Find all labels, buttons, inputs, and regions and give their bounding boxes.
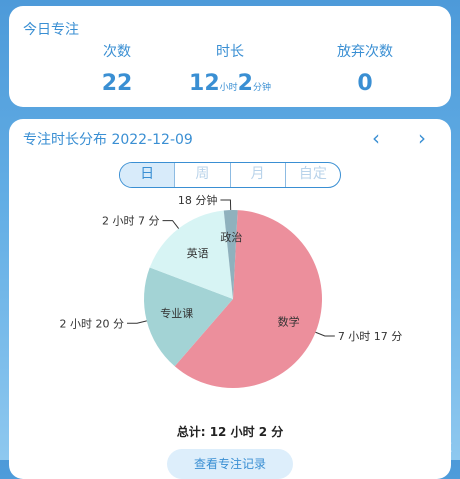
duration-minutes-unit: 分钟: [252, 83, 271, 93]
pie-leader-line-0: [315, 331, 335, 337]
duration-minutes: 2: [237, 71, 253, 96]
duration-hours-unit: 小时: [219, 83, 238, 93]
duration-value: 12小时2分钟: [155, 67, 305, 105]
today-focus-card: 今日专注 次数 22 时长 12小时2分钟 放弃次数 0: [9, 6, 451, 107]
pie-slice-value-1: 2 小时 20 分: [60, 317, 125, 330]
today-focus-title: 今日专注: [23, 22, 79, 38]
pie-slice-value-0: 7 小时 17 分: [338, 330, 403, 343]
pie-slice-name-1: 专业课: [160, 306, 193, 320]
duration-label: 时长: [216, 44, 244, 60]
distribution-card: 专注时长分布 2022-12-09 ‹ › 日 周 月 自定 数学 7 小时 17…: [9, 119, 451, 479]
pie-slice-name-2: 英语: [187, 246, 209, 260]
pie-leader-line-3: [220, 199, 232, 211]
duration-hours: 12: [189, 71, 220, 96]
abandon-label: 放弃次数: [337, 44, 393, 60]
pie-slice-name-3: 政治: [220, 230, 242, 244]
pie-slice-value-2: 2 小时 7 分: [102, 215, 160, 228]
abandon-value: 0: [357, 71, 373, 96]
abandon-stat: 放弃次数 0: [290, 43, 440, 101]
pie-leader-line-1: [127, 320, 147, 324]
total-duration: 总计: 12 小时 2 分: [176, 425, 284, 439]
pie-slice-name-0: 数学: [278, 314, 300, 328]
pie-leader-line-2: [162, 220, 180, 229]
focus-distribution-pie-chart: 数学 7 小时 17 分 专业课 2 小时 20 分 英语 2 小时 7 分政治 18 分钟: [60, 193, 403, 388]
duration-stat: 时长 12小时2分钟: [155, 43, 305, 105]
pie-slice-value-3: 18 分钟: [178, 193, 218, 207]
watermark: @稀土掘金技术社区: [362, 443, 452, 454]
view-history-button[interactable]: 查看专注记录: [167, 449, 293, 479]
